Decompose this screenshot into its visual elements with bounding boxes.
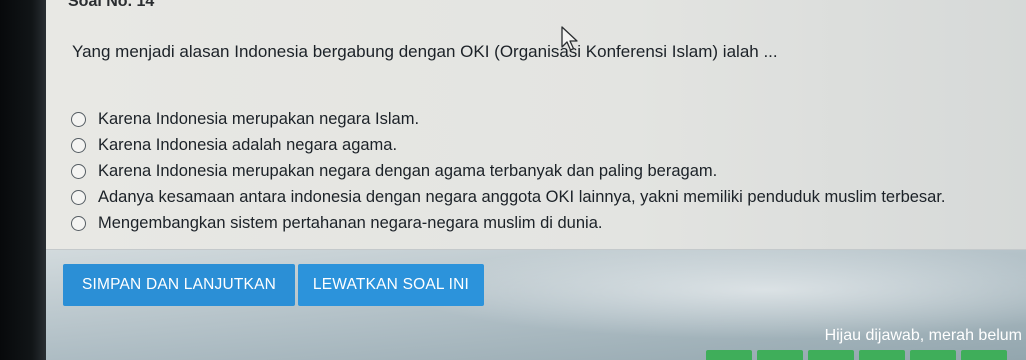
option-e[interactable]: Mengembangkan sistem pertahanan negara-n… — [66, 210, 1026, 236]
option-label: Mengembangkan sistem pertahanan negara-n… — [98, 213, 603, 232]
radio-button-icon[interactable] — [71, 137, 86, 153]
mouse-pointer-icon — [561, 26, 578, 51]
radio-button-icon[interactable] — [71, 215, 86, 231]
radio-button-icon[interactable] — [71, 189, 86, 205]
option-label: Karena Indonesia merupakan negara Islam. — [98, 109, 420, 128]
question-nav-cell[interactable] — [757, 350, 803, 360]
question-nav-cell[interactable] — [961, 350, 1007, 360]
radio-button-icon[interactable] — [71, 163, 86, 179]
question-nav-cell[interactable] — [808, 350, 854, 360]
radio-button-icon[interactable] — [71, 111, 86, 127]
option-d[interactable]: Adanya kesamaan antara indonesia dengan … — [66, 184, 1026, 210]
question-nav-cell[interactable] — [706, 350, 752, 360]
option-a[interactable]: Karena Indonesia merupakan negara Islam. — [66, 106, 1026, 132]
option-label: Adanya kesamaan antara indonesia dengan … — [98, 187, 946, 206]
option-c[interactable]: Karena Indonesia merupakan negara dengan… — [66, 158, 1026, 184]
option-b[interactable]: Karena Indonesia adalah negara agama. — [66, 132, 1026, 158]
screen-bezel — [0, 0, 46, 360]
question-text: Yang menjadi alasan Indonesia bergabung … — [72, 42, 778, 61]
save-and-continue-button[interactable]: SIMPAN DAN LANJUTKAN — [63, 264, 295, 306]
question-number: Soal No. 14 — [68, 0, 155, 10]
question-navigator — [706, 350, 1026, 360]
answer-options: Karena Indonesia merupakan negara Islam.… — [66, 106, 1026, 236]
skip-question-button[interactable]: LEWATKAN SOAL INI — [298, 264, 484, 306]
option-label: Karena Indonesia merupakan negara dengan… — [98, 161, 718, 180]
question-nav-cell[interactable] — [859, 350, 905, 360]
answer-status-legend: Hijau dijawab, merah belum — [824, 327, 1022, 344]
question-nav-cell[interactable] — [910, 350, 956, 360]
option-label: Karena Indonesia adalah negara agama. — [98, 135, 398, 154]
